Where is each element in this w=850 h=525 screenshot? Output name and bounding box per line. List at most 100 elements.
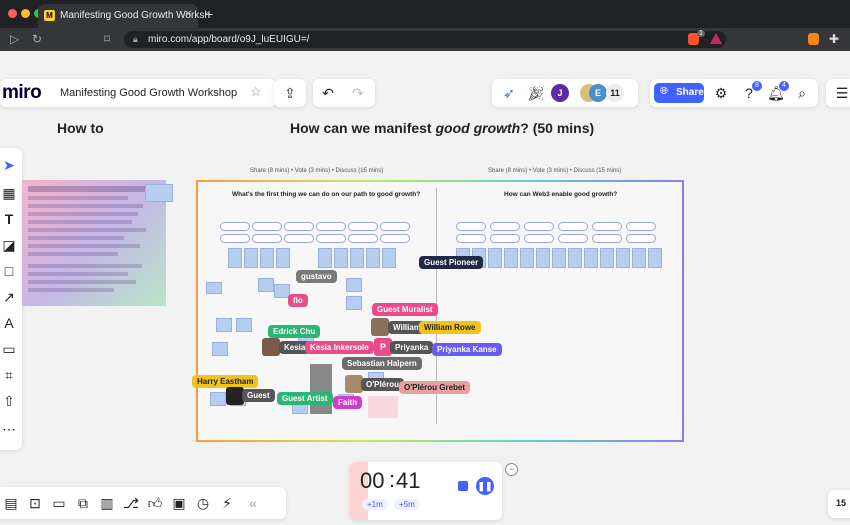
window-close-button[interactable] [8, 9, 17, 18]
upload-tool-icon[interactable]: ⇧ [0, 390, 20, 412]
new-tab-icon[interactable]: + [205, 6, 213, 22]
workshop-frame[interactable]: What's the first thing we can do on our … [196, 180, 684, 442]
sticky-stack[interactable] [310, 364, 332, 414]
avatar-j[interactable]: J [551, 84, 569, 102]
connection-line-icon[interactable]: ↗ [0, 286, 20, 308]
bottom-toolbar: ▤ ⊡ ▭ ⧉ ▥ ⎇ 👍︎ ▣ ◷ ⚡︎ « [0, 487, 286, 519]
question-1: What's the first thing we can do on our … [232, 191, 421, 198]
cards-icon[interactable]: ▥ [96, 492, 118, 514]
miro-logo[interactable]: miro [2, 82, 42, 104]
sticky-note[interactable] [216, 318, 232, 332]
add-5-minutes-button[interactable]: +5m [394, 499, 420, 510]
close-tab-icon[interactable]: ✕ [184, 9, 192, 20]
sticky-note[interactable] [504, 248, 518, 268]
sticky-note[interactable] [346, 278, 362, 292]
notes-icon[interactable]: ☰ [831, 82, 850, 104]
pause-button[interactable]: ❚❚ [476, 477, 494, 495]
sticky-note[interactable] [228, 248, 242, 268]
voting-icon[interactable]: 👍︎ [144, 492, 166, 514]
sticky-note[interactable] [236, 318, 252, 332]
forward-icon[interactable]: ▷ [10, 32, 19, 46]
sticky-note[interactable] [346, 296, 362, 310]
sticky-note[interactable] [520, 248, 534, 268]
bookmark-icon[interactable]: ⌑ [104, 32, 110, 46]
sticky-note[interactable] [145, 184, 173, 202]
sticky-note-icon[interactable]: ◪ [0, 234, 20, 256]
board-title[interactable]: Manifesting Good Growth Workshop [60, 87, 237, 99]
metamask-icon[interactable] [808, 33, 819, 45]
search-icon[interactable]: ⌕ [791, 82, 813, 104]
screen-share-icon[interactable]: ⧉ [72, 492, 94, 514]
pen-tool-icon[interactable]: A [0, 312, 20, 334]
timer-minutes: 00 [360, 468, 385, 493]
presentation-icon[interactable]: ⊡ [24, 492, 46, 514]
undo-icon[interactable]: ↶ [317, 82, 339, 104]
browser-tab[interactable]: M Manifesting Good Growth Worksh ✕ [38, 4, 210, 28]
shape-tool-icon[interactable]: □ [0, 260, 20, 282]
brave-rewards-icon[interactable] [710, 33, 722, 44]
sticky-note[interactable] [244, 248, 258, 268]
share-panel: 🌐︎ Share ⚙︎ ? 8 🔔︎ 4 ⌕ [650, 79, 818, 107]
reload-icon[interactable]: ↻ [32, 32, 42, 46]
sticky-note[interactable] [488, 248, 502, 268]
timer-tool-icon[interactable]: ◷ [192, 492, 214, 514]
activity-icon[interactable]: ⎇ [120, 492, 142, 514]
participant-count[interactable]: 11 [606, 84, 624, 102]
sticky-note[interactable] [616, 248, 630, 268]
cursor-priyanka: Priyanka [390, 341, 434, 354]
sticky-note[interactable] [382, 248, 396, 268]
redo-icon[interactable]: ↷ [347, 82, 369, 104]
sticky-note[interactable] [584, 248, 598, 268]
frame-tool-icon[interactable]: ⌗ [0, 364, 20, 386]
cursor-sebastian-halpern: Sebastian Halpern [342, 357, 422, 370]
star-icon[interactable]: ☆ [250, 84, 262, 100]
cursor-guest-pioneer: Guest Pioneer [419, 256, 484, 269]
sticky-note[interactable] [206, 282, 222, 294]
select-tool-icon[interactable]: ➤ [0, 154, 20, 176]
lock-icon: 🔒︎ [133, 34, 138, 44]
sticky-note[interactable] [258, 278, 274, 292]
apps-icon[interactable]: ⚡︎ [216, 492, 238, 514]
sticky-note[interactable] [212, 342, 228, 356]
window-minimize-button[interactable] [21, 9, 30, 18]
templates-icon[interactable]: ▦ [0, 182, 20, 204]
cursor-follow-icon[interactable]: ➶ [498, 82, 520, 104]
sticky-note[interactable] [568, 248, 582, 268]
how-to-heading: How to [57, 120, 104, 136]
settings-sliders-icon[interactable]: ⚙︎ [710, 82, 732, 104]
stop-button[interactable] [458, 481, 468, 491]
sticky-note[interactable] [318, 248, 332, 268]
sticky-note[interactable] [260, 248, 274, 268]
avatar-e[interactable]: E [589, 84, 607, 102]
globe-icon: 🌐︎ [660, 86, 668, 97]
sticky-note[interactable] [600, 248, 614, 268]
video-icon[interactable]: ▣ [168, 492, 190, 514]
upload-icon[interactable]: ⇪ [279, 82, 301, 104]
share-button[interactable]: 🌐︎ Share [654, 83, 704, 103]
sticky-note[interactable] [350, 248, 364, 268]
cursor-flo: flo [288, 294, 308, 307]
sticky-note[interactable] [366, 248, 380, 268]
sticky-note[interactable] [552, 248, 566, 268]
sticky-note[interactable] [648, 248, 662, 268]
url-field[interactable]: 🔒︎ miro.com/app/board/o9J_luEUIGU=/ [124, 31, 726, 48]
collapse-icon[interactable]: « [242, 492, 264, 514]
sticky-note[interactable] [276, 248, 290, 268]
comment-icon[interactable]: ▭ [0, 338, 20, 360]
frames-icon[interactable]: ▤ [0, 492, 22, 514]
extensions-icon[interactable]: ✚ [829, 32, 839, 46]
timer-minimize-icon[interactable]: − [505, 463, 518, 476]
tools-toolbar: ➤ ▦ T ◪ □ ↗ A ▭ ⌗ ⇧ ⋯ [0, 148, 22, 450]
add-1-minute-button[interactable]: +1m [362, 499, 388, 510]
main-heading: How can we manifest good growth? (50 min… [290, 120, 595, 136]
sticky-note[interactable] [210, 392, 226, 406]
celebrate-icon[interactable]: 🎉︎ [525, 82, 547, 104]
sticky-note[interactable] [536, 248, 550, 268]
more-tools-icon[interactable]: ⋯ [0, 418, 20, 440]
text-tool-icon[interactable]: T [0, 208, 20, 230]
sticky-note[interactable] [334, 248, 348, 268]
zoom-level[interactable]: 15 [836, 498, 846, 508]
sticky-note[interactable] [632, 248, 646, 268]
pink-sticky-note[interactable] [368, 396, 398, 418]
chat-icon[interactable]: ▭ [48, 492, 70, 514]
